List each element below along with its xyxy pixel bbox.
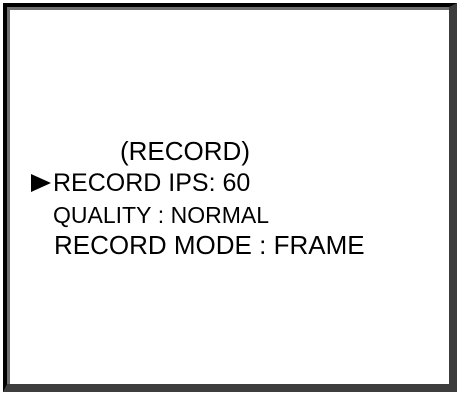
menu-item-separator: : (208, 169, 223, 197)
menu-item-separator: : (251, 230, 274, 260)
menu-item-separator: : (151, 202, 171, 228)
right-pointer-icon (31, 174, 51, 192)
menu-item-value: 60 (222, 169, 251, 197)
menu-item-label: QUALITY (53, 202, 152, 228)
menu-item-record-mode[interactable]: RECORD MODE : FRAME (54, 230, 365, 260)
menu-item-quality[interactable]: QUALITY : NORMAL (53, 200, 269, 230)
menu-item-value: FRAME (273, 230, 365, 260)
menu-item-label: RECORD IPS (53, 169, 209, 197)
menu-item-record-ips[interactable]: RECORD IPS: 60 (31, 168, 250, 198)
menu-item-label: RECORD MODE (54, 230, 252, 260)
menu-title: (RECORD) (120, 136, 250, 166)
menu-item-value: NORMAL (170, 202, 269, 228)
